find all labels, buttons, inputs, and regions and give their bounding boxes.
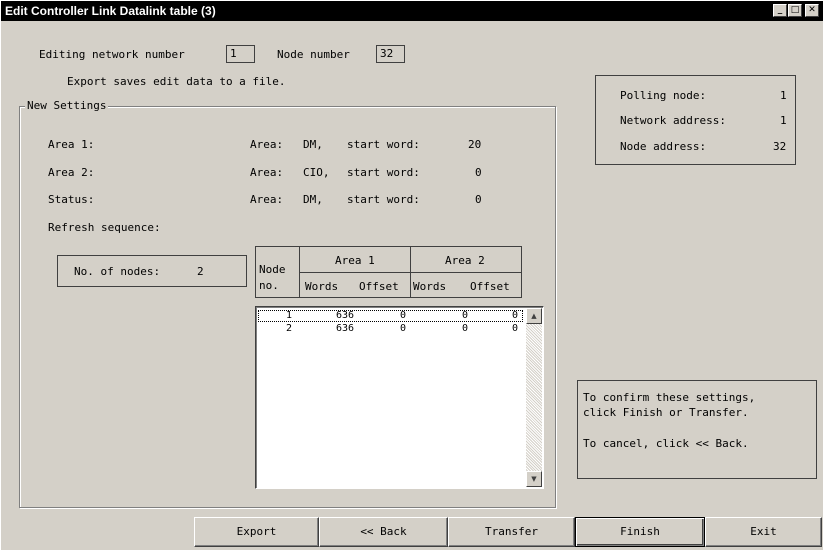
table-row[interactable]: 2 636 0 0 0 [258, 323, 523, 335]
node-cell: 2 [285, 323, 292, 334]
col-a2-words[interactable]: Words [413, 280, 446, 293]
col-a1-offset[interactable]: Offset [359, 280, 399, 293]
polling-node-value: 1 [780, 89, 787, 102]
a1-offset-cell: 0 [399, 323, 406, 334]
area2-start-value: 0 [475, 166, 482, 179]
export-button[interactable]: Export [194, 517, 319, 547]
hint-line-1: To confirm these settings, [583, 391, 756, 404]
a1-offset-cell: 0 [399, 310, 406, 321]
node-address-value: 32 [773, 140, 787, 153]
polling-node-label: Polling node: [620, 89, 707, 102]
window-controls: _ □ ✕ [773, 4, 819, 17]
finish-button[interactable]: Finish [575, 517, 705, 547]
network-address-value: 1 [780, 114, 787, 127]
node-cell: 1 [285, 310, 292, 321]
node-count-value: 2 [197, 265, 204, 278]
area2-start-label: start word: [347, 166, 420, 179]
node-number-field: 32 [376, 45, 405, 63]
status-start-label: start word: [347, 193, 420, 206]
node-count-label: No. of nodes: [74, 265, 161, 278]
minimize-button[interactable]: _ [773, 4, 787, 17]
area1-label: Area 1: [48, 138, 95, 151]
back-button[interactable]: << Back [319, 517, 448, 547]
node-header-line1: Node [259, 263, 286, 276]
new-settings-label: New Settings [25, 99, 109, 112]
status-label: Status: [48, 193, 95, 206]
network-address-label: Network address: [620, 114, 726, 127]
a2-offset-cell: 0 [511, 310, 518, 321]
export-note: Export saves edit data to a file. [67, 75, 286, 88]
area1-area-value: DM, [303, 138, 323, 151]
title-bar[interactable]: Edit Controller Link Datalink table (3) … [1, 1, 823, 21]
vertical-scrollbar[interactable]: ▲ ▼ [526, 308, 542, 487]
a1-words-cell: 636 [335, 310, 354, 321]
node-number-label: Node number [277, 48, 350, 61]
table-row[interactable]: 1 636 0 0 0 [258, 310, 523, 322]
close-button[interactable]: ✕ [805, 4, 819, 17]
network-number-label: Editing network number [39, 48, 185, 61]
area2-header-label: Area 2 [445, 254, 485, 267]
exit-button[interactable]: Exit [705, 517, 822, 547]
area1-header-label: Area 1 [335, 254, 375, 267]
transfer-button[interactable]: Transfer [448, 517, 575, 547]
status-area-label: Area: [250, 193, 284, 206]
a2-words-cell: 0 [461, 323, 468, 334]
area1-start-value: 20 [468, 138, 482, 151]
datalink-grid[interactable]: 1 636 0 0 0 2 636 0 0 0 ▲ ▼ [255, 306, 544, 489]
node-address-label: Node address: [620, 140, 707, 153]
hint-line-3: To cancel, click << Back. [583, 437, 749, 450]
area2-label: Area 2: [48, 166, 95, 179]
area2-area-label: Area: [250, 166, 284, 179]
dialog-window: Edit Controller Link Datalink table (3) … [0, 0, 823, 550]
col-a2-offset[interactable]: Offset [470, 280, 510, 293]
arrow-up-icon[interactable]: ▲ [526, 308, 542, 324]
network-number-field: 1 [226, 45, 255, 63]
node-header-line2: no. [259, 279, 279, 292]
a2-offset-cell: 0 [511, 323, 518, 334]
a1-words-cell: 636 [335, 323, 354, 334]
maximize-button[interactable]: □ [788, 4, 802, 17]
col-a1-words[interactable]: Words [305, 280, 338, 293]
status-area-value: DM, [303, 193, 323, 206]
area1-area-label: Area: [250, 138, 284, 151]
arrow-down-icon[interactable]: ▼ [526, 471, 542, 487]
status-start-value: 0 [475, 193, 482, 206]
area2-area-value: CIO, [303, 166, 330, 179]
hint-line-2: click Finish or Transfer. [583, 406, 749, 419]
refresh-sequence-label: Refresh sequence: [48, 221, 161, 234]
area1-start-label: start word: [347, 138, 420, 151]
window-title: Edit Controller Link Datalink table (3) [5, 4, 216, 18]
a2-words-cell: 0 [461, 310, 468, 321]
